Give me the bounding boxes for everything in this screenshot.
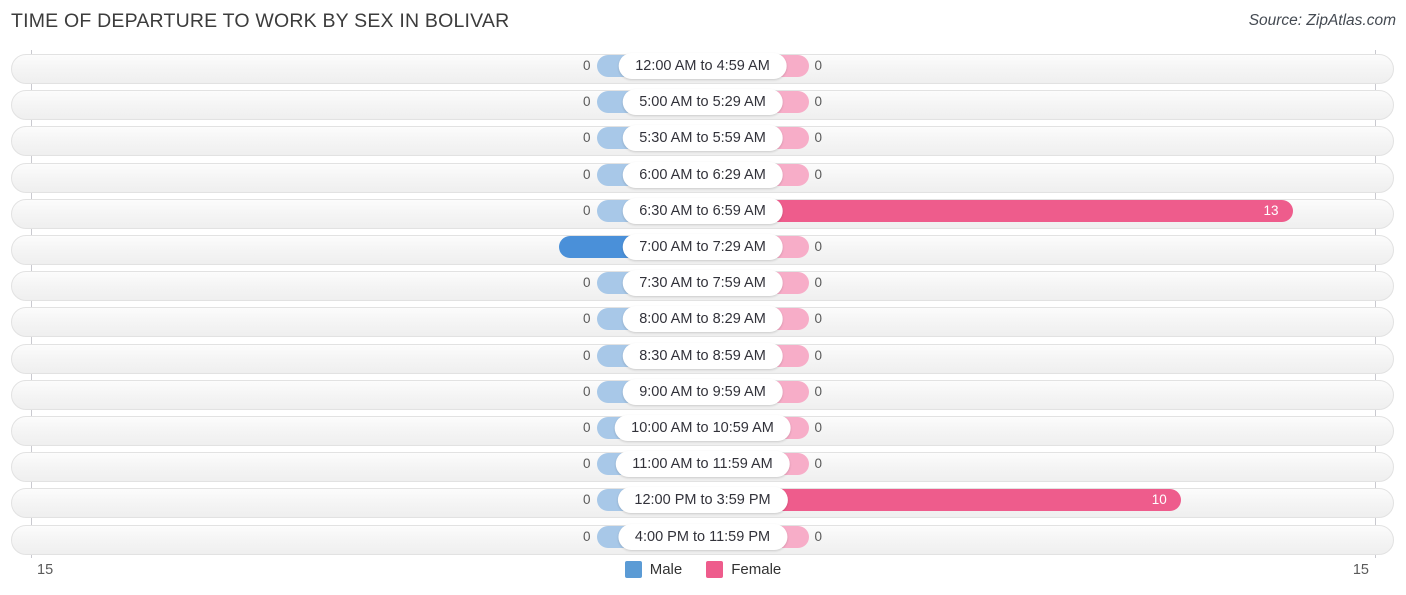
bar-value-female: 0 [814,383,823,399]
bar-value-female: 0 [814,239,823,254]
table-row[interactable]: 0 0 7:30 AM to 7:59 AM [11,270,1394,302]
bar-value-male: 0 [582,202,591,218]
legend-item-female[interactable]: Female [706,561,781,578]
chart-footer: 15 15 Male Female [0,556,1406,595]
table-row[interactable]: 0 0 10:00 AM to 10:59 AM [11,415,1394,446]
bar-value-female: 13 [1263,202,1279,218]
category-label-pill[interactable]: 11:00 AM to 11:59 AM [615,451,790,478]
table-row[interactable]: 0 0 6:00 AM to 6:29 AM [11,161,1394,193]
legend-item-male[interactable]: Male [624,561,683,578]
bar-value-male: 0 [582,311,591,327]
bar-value-male: 0 [582,528,591,544]
legend-swatch-icon [706,561,724,578]
page-title: TIME OF DEPARTURE TO WORK BY SEX IN BOLI… [11,10,510,32]
bar-value-male: 0 [582,166,591,182]
bar-value-male: 0 [582,58,591,73]
category-label-pill[interactable]: 7:00 AM to 7:29 AM [622,234,783,260]
table-row[interactable]: 0 0 9:00 AM to 9:59 AM [11,378,1394,410]
table-row[interactable]: 0 0 4:00 PM to 11:59 PM [11,523,1394,555]
category-label-pill[interactable]: 12:00 PM to 3:59 PM [617,487,788,514]
table-row[interactable]: 107:00 AM to 7:29 AM [11,234,1394,265]
category-label-pill[interactable]: 9:00 AM to 9:59 AM [622,378,783,405]
source-attribution: Source: ZipAtlas.com [1248,12,1396,29]
legend-swatch-icon [624,561,642,578]
bar-value-female: 0 [814,130,823,146]
bar-value-female: 0 [814,311,823,327]
category-label-pill[interactable]: 5:30 AM to 5:59 AM [622,125,783,152]
chart-header: TIME OF DEPARTURE TO WORK BY SEX IN BOLI… [0,0,1406,45]
category-label-pill[interactable]: 10:00 AM to 10:59 AM [614,415,791,441]
bar-value-female: 0 [814,58,823,73]
category-label-pill[interactable]: 6:30 AM to 6:59 AM [622,197,783,224]
category-label-pill[interactable]: 5:00 AM to 5:29 AM [622,89,783,116]
category-label-pill[interactable]: 6:00 AM to 6:29 AM [622,161,783,188]
table-row[interactable]: 0 0 5:30 AM to 5:59 AM [11,125,1394,157]
bar-value-male: 0 [582,130,591,146]
bar-value-female: 0 [814,347,823,363]
bar-value-female: 0 [814,275,823,291]
table-row[interactable]: 0 0 8:30 AM to 8:59 AM [11,342,1394,374]
bar-value-male: 0 [582,383,591,399]
table-row[interactable]: 0 0 8:00 AM to 8:29 AM [11,306,1394,338]
bar-value-female: 0 [814,94,823,110]
table-row[interactable]: 0 13 6:30 AM to 6:59 AM [11,197,1394,229]
table-row[interactable]: 0 0 5:00 AM to 5:29 AM [11,89,1394,121]
bar-value-male: 0 [582,456,591,472]
table-row[interactable]: 0 0 11:00 AM to 11:59 AM [11,451,1394,483]
bar-value-male: 0 [582,492,591,508]
bar-value-female: 0 [814,420,823,435]
category-label-pill[interactable]: 8:30 AM to 8:59 AM [622,342,783,369]
bar-value-male: 0 [582,94,591,110]
category-label-pill[interactable]: 8:00 AM to 8:29 AM [622,306,783,333]
legend-item-label: Male [649,561,683,578]
bar-value-male: 0 [582,347,591,363]
bar-value-female: 0 [814,528,823,544]
bar-value-male: 0 [582,275,591,291]
chart-plot-area: 0 0 12:00 AM to 4:59 AM 0 0 5:00 AM to 5:29 A… [0,50,1406,558]
bar-value-female: 0 [814,166,823,182]
legend-item-label: Female [731,561,782,578]
bar-value-female: 0 [814,456,823,472]
chart-legend: Male Female [0,561,1406,578]
table-row[interactable]: 0 10 12:00 PM to 3:59 PM [11,487,1394,519]
category-label-pill[interactable]: 12:00 AM to 4:59 AM [618,53,787,79]
category-label-pill[interactable]: 7:30 AM to 7:59 AM [622,270,783,297]
bar-value-male: 0 [582,420,591,435]
table-row[interactable]: 0 0 12:00 AM to 4:59 AM [11,53,1394,84]
category-label-pill[interactable]: 4:00 PM to 11:59 PM [617,523,788,550]
